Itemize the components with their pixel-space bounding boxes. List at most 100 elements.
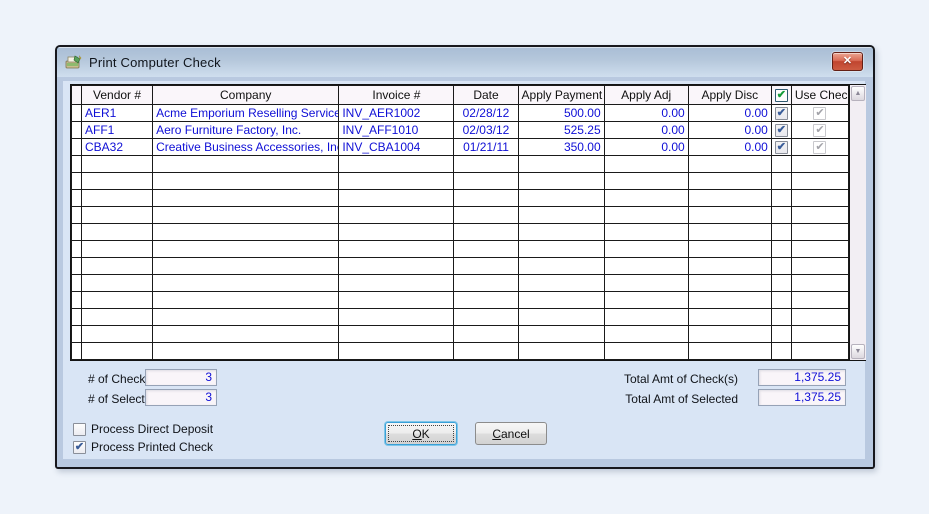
col-date[interactable]: Date: [454, 86, 518, 105]
invoice-cell[interactable]: INV_AFF1010: [339, 122, 454, 139]
empty-cell: [791, 343, 848, 360]
empty-cell: [82, 224, 153, 241]
date-cell[interactable]: 02/03/12: [454, 122, 518, 139]
col-apply-disc[interactable]: Apply Disc: [688, 86, 771, 105]
empty-table-row: [72, 241, 849, 258]
empty-cell: [791, 207, 848, 224]
empty-cell: [72, 224, 82, 241]
empty-cell: [518, 224, 604, 241]
empty-cell: [604, 275, 688, 292]
check-icon: ✔: [777, 124, 786, 136]
empty-cell: [604, 241, 688, 258]
apply-adj-cell[interactable]: 0.00: [604, 139, 688, 156]
row-selector-cell[interactable]: [72, 139, 82, 156]
empty-cell: [82, 207, 153, 224]
empty-cell: [771, 241, 791, 258]
apply-payment-cell[interactable]: 350.00: [518, 139, 604, 156]
empty-cell: [518, 326, 604, 343]
row-select-checkbox[interactable]: ✔: [775, 107, 788, 120]
apply-disc-cell[interactable]: 0.00: [688, 105, 771, 122]
invoice-cell[interactable]: INV_CBA1004: [339, 139, 454, 156]
vendor-cell[interactable]: CBA32: [82, 139, 153, 156]
use-check-cell: ✔: [791, 122, 848, 139]
titlebar[interactable]: Print Computer Check ✕: [57, 47, 873, 77]
company-cell[interactable]: Acme Emporium Reselling Services: [153, 105, 339, 122]
date-cell[interactable]: 01/21/11: [454, 139, 518, 156]
empty-cell: [791, 275, 848, 292]
select-all-checkbox[interactable]: ✔: [775, 89, 788, 102]
vendor-cell[interactable]: AFF1: [82, 122, 153, 139]
company-cell[interactable]: Creative Business Accessories, Inc.: [153, 139, 339, 156]
row-select-checkbox[interactable]: ✔: [775, 124, 788, 137]
empty-cell: [688, 224, 771, 241]
empty-cell: [771, 275, 791, 292]
row-select-checkbox[interactable]: ✔: [775, 141, 788, 154]
empty-cell: [339, 258, 454, 275]
process-printed-check-checkbox[interactable]: ✔: [73, 441, 86, 454]
ok-button[interactable]: OK: [385, 422, 457, 445]
empty-cell: [454, 343, 518, 360]
col-company[interactable]: Company: [153, 86, 339, 105]
row-selector-cell[interactable]: [72, 105, 82, 122]
empty-cell: [604, 343, 688, 360]
select-cell[interactable]: ✔: [771, 122, 791, 139]
empty-table-row: [72, 292, 849, 309]
apply-disc-cell[interactable]: 0.00: [688, 122, 771, 139]
vertical-scrollbar[interactable]: ▲ ▼: [849, 85, 866, 360]
empty-cell: [518, 190, 604, 207]
empty-cell: [339, 241, 454, 258]
empty-cell: [454, 275, 518, 292]
vendor-cell[interactable]: AER1: [82, 105, 153, 122]
empty-cell: [454, 207, 518, 224]
empty-cell: [771, 292, 791, 309]
table-row[interactable]: CBA32Creative Business Accessories, Inc.…: [72, 139, 849, 156]
select-cell[interactable]: ✔: [771, 139, 791, 156]
empty-cell: [604, 309, 688, 326]
table-row[interactable]: AFF1Aero Furniture Factory, Inc.INV_AFF1…: [72, 122, 849, 139]
col-invoice[interactable]: Invoice #: [339, 86, 454, 105]
empty-table-row: [72, 309, 849, 326]
empty-cell: [688, 275, 771, 292]
empty-cell: [518, 173, 604, 190]
close-button[interactable]: ✕: [832, 52, 863, 71]
use-check-checkbox: ✔: [813, 141, 826, 154]
empty-cell: [72, 326, 82, 343]
empty-cell: [82, 241, 153, 258]
apply-disc-cell[interactable]: 0.00: [688, 139, 771, 156]
empty-cell: [454, 258, 518, 275]
empty-cell: [791, 309, 848, 326]
empty-cell: [72, 241, 82, 258]
col-apply-adj[interactable]: Apply Adj: [604, 86, 688, 105]
empty-cell: [791, 156, 848, 173]
row-selector-cell[interactable]: [72, 122, 82, 139]
process-printed-check-label: Process Printed Check: [91, 440, 213, 454]
empty-cell: [153, 326, 339, 343]
empty-table-row: [72, 343, 849, 360]
apply-payment-cell[interactable]: 525.25: [518, 122, 604, 139]
apply-adj-cell[interactable]: 0.00: [604, 122, 688, 139]
empty-table-row: [72, 173, 849, 190]
empty-cell: [153, 207, 339, 224]
col-row-selector: [72, 86, 82, 105]
date-cell[interactable]: 02/28/12: [454, 105, 518, 122]
empty-cell: [72, 156, 82, 173]
empty-cell: [339, 309, 454, 326]
select-cell[interactable]: ✔: [771, 105, 791, 122]
empty-cell: [604, 258, 688, 275]
print-check-icon: [65, 55, 82, 70]
cancel-button[interactable]: Cancel: [475, 422, 547, 445]
process-direct-deposit-checkbox[interactable]: [73, 423, 86, 436]
apply-payment-cell[interactable]: 500.00: [518, 105, 604, 122]
col-use-check[interactable]: Use Check: [791, 86, 848, 105]
empty-cell: [153, 241, 339, 258]
company-cell[interactable]: Aero Furniture Factory, Inc.: [153, 122, 339, 139]
apply-adj-cell[interactable]: 0.00: [604, 105, 688, 122]
scroll-down-button[interactable]: ▼: [851, 344, 865, 359]
col-vendor[interactable]: Vendor #: [82, 86, 153, 105]
invoice-cell[interactable]: INV_AER1002: [339, 105, 454, 122]
empty-cell: [688, 258, 771, 275]
empty-cell: [518, 207, 604, 224]
col-apply-payment[interactable]: Apply Payment: [518, 86, 604, 105]
scroll-up-button[interactable]: ▲: [851, 86, 865, 101]
table-row[interactable]: AER1Acme Emporium Reselling ServicesINV_…: [72, 105, 849, 122]
